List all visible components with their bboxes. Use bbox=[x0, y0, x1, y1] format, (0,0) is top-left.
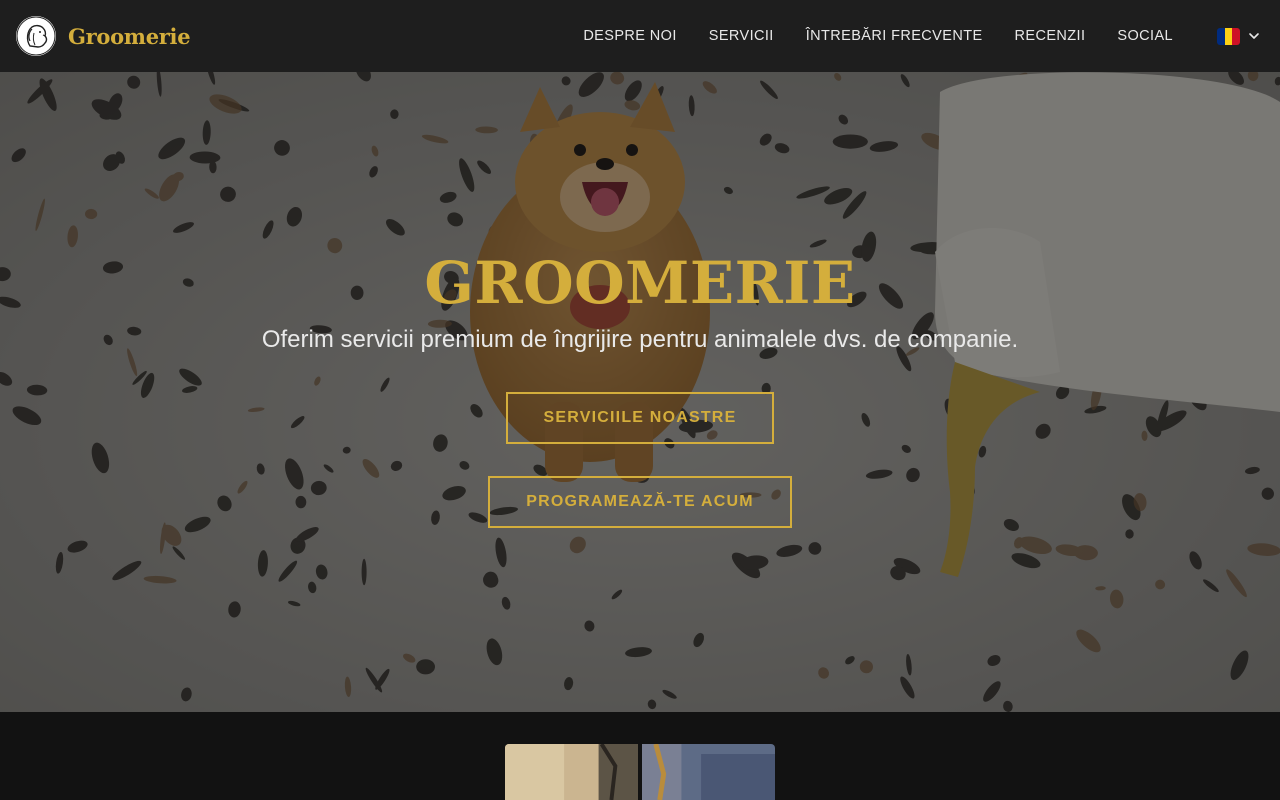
nav-link-despre-noi[interactable]: DESPRE NOI bbox=[583, 28, 676, 44]
dog-logo-icon bbox=[16, 16, 56, 56]
gallery-image[interactable] bbox=[642, 744, 775, 800]
brand-name: Groomerie bbox=[68, 23, 191, 49]
hero-content: GROOMERIE Oferim servicii premium de îng… bbox=[0, 72, 1280, 712]
hero-subtitle: Oferim servicii premium de îngrijire pen… bbox=[261, 326, 1019, 353]
nav-link-servicii[interactable]: SERVICII bbox=[709, 28, 774, 44]
book-now-button[interactable]: PROGRAMEAZĂ-TE ACUM bbox=[488, 476, 792, 528]
hero-title: GROOMERIE bbox=[424, 249, 856, 317]
chevron-down-icon bbox=[1249, 33, 1259, 39]
language-switcher[interactable] bbox=[1217, 27, 1260, 45]
nav-link-recenzii[interactable]: RECENZII bbox=[1015, 28, 1086, 44]
top-navbar: Groomerie DESPRE NOI SERVICII ÎNTREBĂRI … bbox=[0, 0, 1280, 72]
hero-section: GROOMERIE Oferim servicii premium de îng… bbox=[0, 72, 1280, 712]
romania-flag-icon bbox=[1217, 27, 1240, 45]
image-gallery bbox=[505, 744, 775, 800]
nav-link-intrebari-frecvente[interactable]: ÎNTREBĂRI FRECVENTE bbox=[806, 28, 983, 44]
brand-home-link[interactable]: Groomerie bbox=[16, 16, 191, 56]
our-services-button[interactable]: SERVICIILE NOASTRE bbox=[506, 392, 774, 444]
nav-links: DESPRE NOI SERVICII ÎNTREBĂRI FRECVENTE … bbox=[583, 28, 1173, 44]
nav-link-social[interactable]: SOCIAL bbox=[1117, 28, 1173, 44]
gallery-image[interactable] bbox=[505, 744, 638, 800]
gallery-section bbox=[0, 712, 1280, 800]
